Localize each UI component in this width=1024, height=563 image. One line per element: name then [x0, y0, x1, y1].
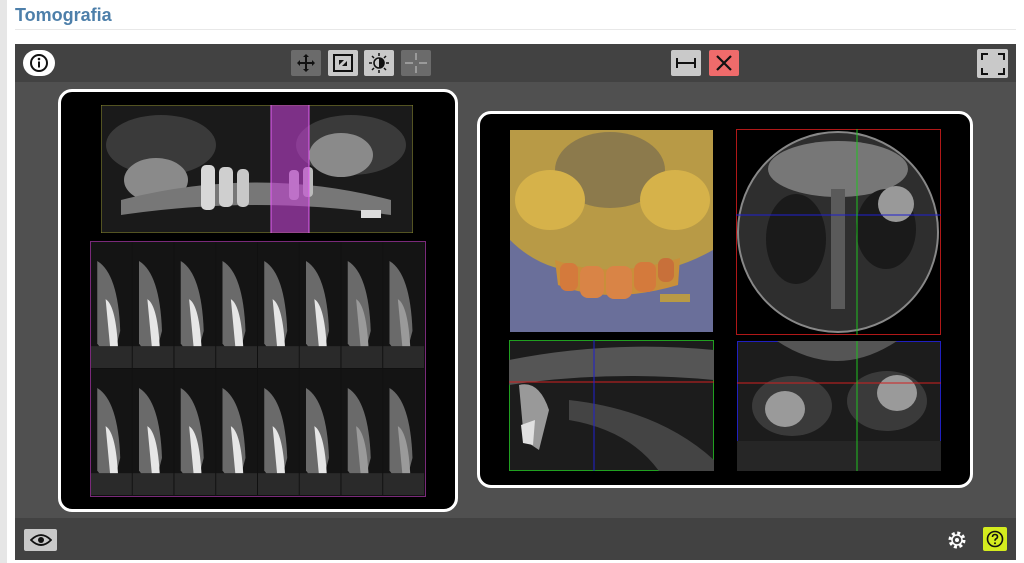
cross-section-slice[interactable] — [341, 369, 383, 496]
panoramic-image — [101, 105, 413, 233]
measure-button[interactable] — [671, 50, 701, 76]
gear-icon — [948, 531, 966, 549]
settings-button[interactable] — [945, 528, 969, 552]
tomography-viewer[interactable] — [15, 44, 1016, 560]
delete-measurement-button[interactable] — [709, 50, 739, 76]
cross-section-slice[interactable] — [91, 242, 132, 369]
cross-section-slice[interactable] — [258, 242, 299, 369]
cross-section-slice[interactable] — [383, 242, 425, 369]
cross-section-slice[interactable] — [216, 242, 258, 369]
coronal-view[interactable] — [737, 341, 941, 471]
brightness-contrast-button[interactable] — [364, 50, 394, 76]
cross-section-slice[interactable] — [216, 369, 258, 496]
pan-tool-button[interactable] — [291, 50, 321, 76]
mpr-panel[interactable] — [477, 111, 973, 488]
sagittal-view[interactable] — [509, 340, 714, 471]
coronal-image — [737, 341, 941, 471]
viewer-toolbar — [15, 44, 1016, 82]
page-title: Tomografia — [15, 5, 112, 25]
fullscreen-icon — [980, 52, 1005, 75]
cross-section-slice[interactable] — [132, 242, 174, 369]
crosshair-button[interactable] — [401, 50, 431, 76]
axial-view[interactable] — [736, 129, 941, 335]
panoramic-panel[interactable] — [58, 89, 458, 512]
ruler-icon — [676, 58, 696, 68]
cross-section-slice[interactable] — [299, 242, 341, 369]
help-icon — [986, 530, 1004, 548]
render-3d-view[interactable] — [510, 130, 713, 332]
cross-section-slice[interactable] — [383, 369, 425, 496]
cross-section-images — [91, 242, 425, 496]
close-icon — [716, 55, 732, 71]
sagittal-image — [509, 340, 714, 471]
fit-icon — [333, 54, 353, 72]
info-button[interactable] — [23, 50, 55, 76]
cross-section-slice[interactable] — [174, 369, 216, 496]
crosshair-icon — [405, 53, 427, 73]
axial-image — [736, 129, 941, 335]
move-icon — [297, 54, 315, 72]
cross-section-slice[interactable] — [258, 369, 299, 496]
viewer-bottom-bar — [15, 518, 1016, 560]
cross-section-slice[interactable] — [132, 369, 174, 496]
panoramic-view[interactable] — [101, 105, 413, 233]
cross-section-grid[interactable] — [90, 241, 426, 497]
fit-view-button[interactable] — [328, 50, 358, 76]
cross-section-slice[interactable] — [174, 242, 216, 369]
info-icon — [30, 54, 48, 72]
eye-icon — [29, 534, 52, 546]
render-3d-image — [510, 130, 713, 332]
help-button[interactable] — [983, 527, 1007, 551]
brightness-contrast-icon — [369, 53, 389, 73]
fullscreen-button[interactable] — [977, 49, 1008, 78]
visibility-toggle-button[interactable] — [24, 529, 57, 551]
cross-section-slice[interactable] — [91, 369, 132, 496]
title-divider — [15, 29, 1016, 30]
cross-section-slice[interactable] — [299, 369, 341, 496]
cross-section-slice[interactable] — [341, 242, 383, 369]
page-left-border — [0, 0, 7, 563]
